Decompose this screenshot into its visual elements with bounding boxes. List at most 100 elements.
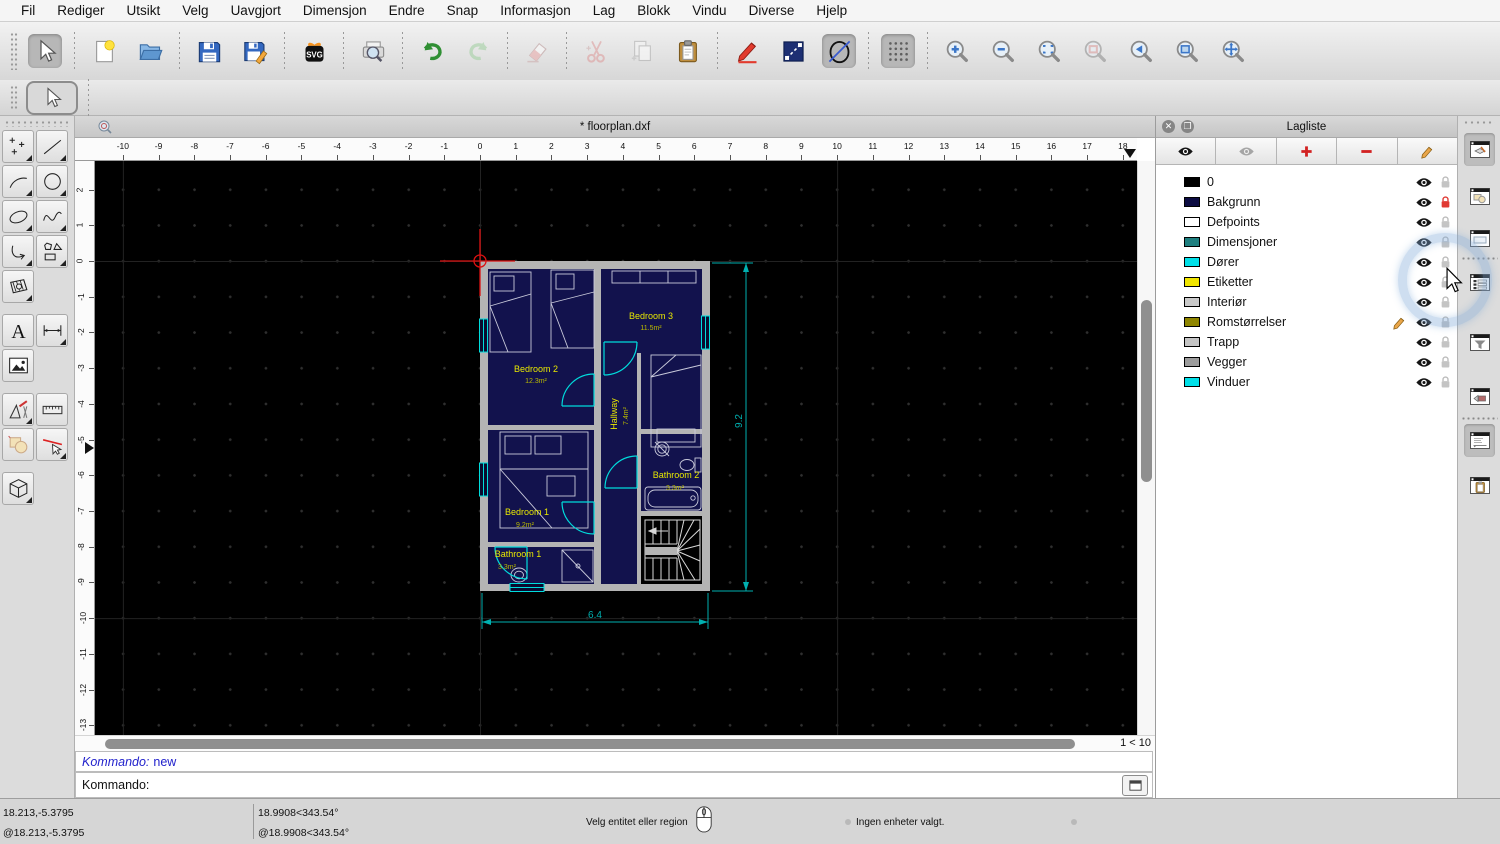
- ellipse-tool-button[interactable]: [2, 200, 34, 233]
- save-button[interactable]: [192, 34, 226, 68]
- zoom-in-button[interactable]: [940, 34, 974, 68]
- layer-visibility-icon[interactable]: [1415, 237, 1433, 248]
- new-file-button[interactable]: [87, 34, 121, 68]
- vertical-scrollbar-thumb[interactable]: [1141, 300, 1152, 482]
- layer-lock-icon[interactable]: [1440, 195, 1451, 209]
- layer-row-0[interactable]: 0: [1156, 172, 1457, 192]
- palette-handle[interactable]: [4, 120, 68, 127]
- vertical-scrollbar[interactable]: [1137, 161, 1155, 735]
- layer-lock-icon[interactable]: [1440, 275, 1451, 289]
- dock-clipboard-button[interactable]: [1464, 469, 1495, 502]
- menu-item-utsikt[interactable]: Utsikt: [116, 3, 172, 18]
- edit-layer-button[interactable]: [1397, 138, 1458, 164]
- zoom-out-button[interactable]: [986, 34, 1020, 68]
- measure-tool-button[interactable]: [36, 393, 68, 426]
- layer-row-bakgrunn[interactable]: Bakgrunn: [1156, 192, 1457, 212]
- dock-render-button[interactable]: [1464, 380, 1495, 413]
- menu-item-informasjon[interactable]: Informasjon: [489, 3, 582, 18]
- layer-lock-icon[interactable]: [1440, 315, 1451, 329]
- toolbar-handle[interactable]: [10, 32, 18, 70]
- save-as-button[interactable]: [238, 34, 272, 68]
- select-tool-button[interactable]: [28, 34, 62, 68]
- hatch-tool-button[interactable]: [2, 270, 34, 303]
- layer-row-trapp[interactable]: Trapp: [1156, 332, 1457, 352]
- dock-filter-button[interactable]: [1464, 326, 1495, 359]
- menu-item-snap[interactable]: Snap: [436, 3, 490, 18]
- drawing-canvas[interactable]: Bedroom 2 12.3m² Bedroom 3 11.5m² Bedroo…: [95, 161, 1137, 735]
- entity-select-tool-button[interactable]: [26, 80, 78, 115]
- zoom-window-button[interactable]: [1170, 34, 1204, 68]
- edit-entity-button[interactable]: [730, 34, 764, 68]
- command-detach-button[interactable]: [1122, 774, 1148, 796]
- layer-visibility-icon[interactable]: [1415, 217, 1433, 228]
- menu-item-hjelp[interactable]: Hjelp: [805, 3, 858, 18]
- toolbar-handle[interactable]: [10, 84, 18, 111]
- layer-visibility-icon[interactable]: [1415, 317, 1433, 328]
- menu-item-uavgjort[interactable]: Uavgjort: [220, 3, 292, 18]
- circle-tool-button[interactable]: [36, 165, 68, 198]
- draw-order-button[interactable]: [776, 34, 810, 68]
- zoom-redraw-button[interactable]: [1124, 34, 1158, 68]
- layer-lock-icon[interactable]: [1440, 295, 1451, 309]
- menu-item-rediger[interactable]: Rediger: [46, 3, 115, 18]
- text-tool-button[interactable]: A: [2, 314, 34, 347]
- trim-tool-button[interactable]: [36, 428, 68, 461]
- layer-visibility-icon[interactable]: [1415, 377, 1433, 388]
- modify-shapes-tool-button[interactable]: [2, 428, 34, 461]
- layer-lock-icon[interactable]: [1440, 175, 1451, 189]
- layer-row-interiør[interactable]: Interiør: [1156, 292, 1457, 312]
- add-layer-button[interactable]: [1276, 138, 1338, 164]
- arc-tool-button[interactable]: [2, 165, 34, 198]
- open-file-button[interactable]: [133, 34, 167, 68]
- box3d-tool-button[interactable]: [2, 472, 34, 505]
- zoom-previous-button[interactable]: [1078, 34, 1112, 68]
- dock-command-line-button[interactable]: [1464, 424, 1495, 457]
- layer-visibility-icon[interactable]: [1415, 177, 1433, 188]
- points-tool-button[interactable]: [2, 130, 34, 163]
- layer-lock-icon[interactable]: [1440, 235, 1451, 249]
- layer-row-etiketter[interactable]: Etiketter: [1156, 272, 1457, 292]
- layer-lock-icon[interactable]: [1440, 215, 1451, 229]
- menu-item-diverse[interactable]: Diverse: [738, 3, 806, 18]
- svg-export-button[interactable]: SVG: [297, 34, 331, 68]
- line-tool-button[interactable]: [36, 130, 68, 163]
- layer-lock-icon[interactable]: [1440, 255, 1451, 269]
- dock-layer-list-button[interactable]: [1464, 133, 1495, 166]
- paste-button[interactable]: [671, 34, 705, 68]
- draft-mode-button[interactable]: [822, 34, 856, 68]
- spline-tool-button[interactable]: [36, 200, 68, 233]
- horizontal-scrollbar[interactable]: 1 < 10: [75, 735, 1155, 751]
- command-input[interactable]: [149, 774, 1122, 796]
- redo-button[interactable]: [461, 34, 495, 68]
- layer-row-vegger[interactable]: Vegger: [1156, 352, 1457, 372]
- show-all-layers-button[interactable]: [1156, 138, 1217, 164]
- dock-properties-button[interactable]: [1464, 266, 1495, 299]
- remove-layer-button[interactable]: [1337, 138, 1398, 164]
- menu-item-vindu[interactable]: Vindu: [681, 3, 737, 18]
- layer-row-romstørrelser[interactable]: Romstørrelser: [1156, 312, 1457, 332]
- layer-visibility-icon[interactable]: [1415, 297, 1433, 308]
- layer-row-dimensjoner[interactable]: Dimensjoner: [1156, 232, 1457, 252]
- layer-visibility-icon[interactable]: [1415, 257, 1433, 268]
- layer-lock-icon[interactable]: [1440, 375, 1451, 389]
- dock-library-button[interactable]: [1464, 222, 1495, 255]
- undo-button[interactable]: [415, 34, 449, 68]
- layer-row-vinduer[interactable]: Vinduer: [1156, 372, 1457, 392]
- layer-visibility-icon[interactable]: [1415, 197, 1433, 208]
- layer-row-dører[interactable]: Dører: [1156, 252, 1457, 272]
- horizontal-scrollbar-thumb[interactable]: [105, 739, 1075, 749]
- cut-button[interactable]: [579, 34, 613, 68]
- layer-lock-icon[interactable]: [1440, 335, 1451, 349]
- layer-visibility-icon[interactable]: [1415, 357, 1433, 368]
- layer-row-defpoints[interactable]: Defpoints: [1156, 212, 1457, 232]
- zoom-auto-button[interactable]: [1032, 34, 1066, 68]
- menu-item-fil[interactable]: Fil: [10, 3, 46, 18]
- hide-all-layers-button[interactable]: [1216, 138, 1277, 164]
- print-preview-button[interactable]: [356, 34, 390, 68]
- layer-visibility-icon[interactable]: [1415, 337, 1433, 348]
- layer-lock-icon[interactable]: [1440, 355, 1451, 369]
- menu-item-endre[interactable]: Endre: [378, 3, 436, 18]
- grid-toggle-button[interactable]: [881, 34, 915, 68]
- zoom-pan-button[interactable]: [1216, 34, 1250, 68]
- polygon-tool-button[interactable]: [36, 235, 68, 268]
